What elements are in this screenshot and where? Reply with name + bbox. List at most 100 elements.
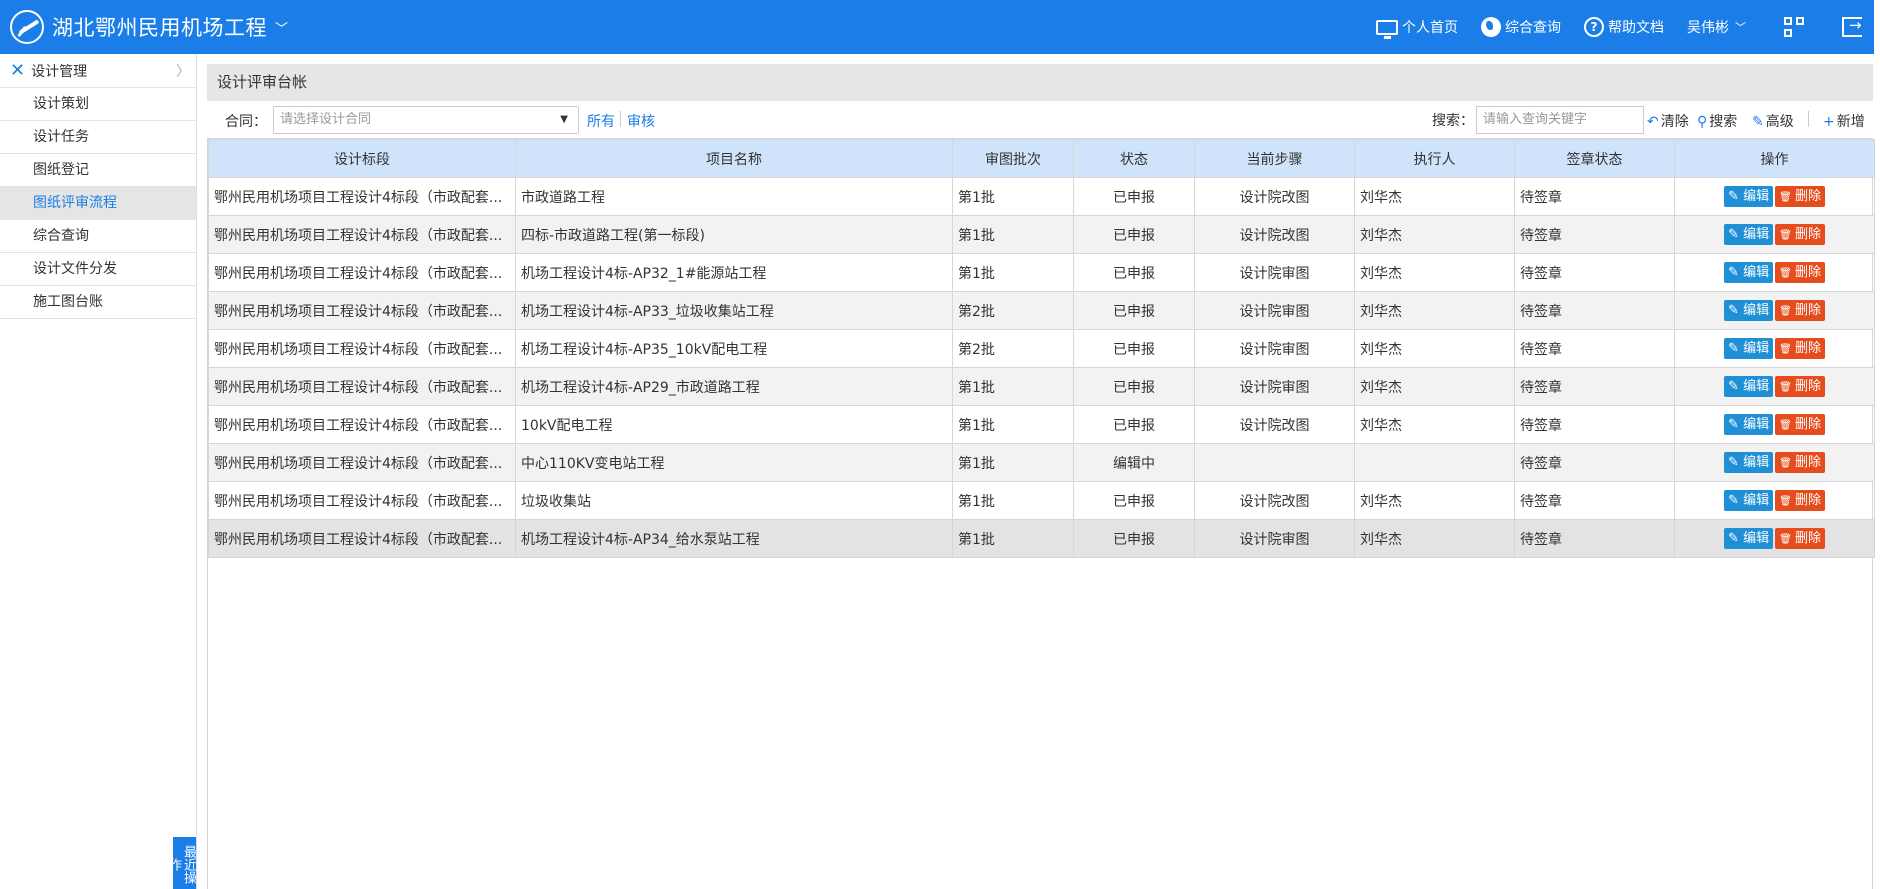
edit-icon: ✎ [1728,265,1744,280]
add-button[interactable]: + 新增 [1823,111,1865,131]
edit-label: 编辑 [1743,531,1770,546]
nav-personal-home[interactable]: 个人首页 [1376,17,1458,39]
table-row[interactable]: 鄂州民用机场项目工程设计4标段（市政配套... 市政道路工程 第1批 已申报 设计院改图… [208,177,1875,216]
sidebar-item-design-task[interactable]: 设计任务 [0,121,196,154]
clear-button[interactable]: ↶ 清除 [1647,111,1689,131]
app-brand[interactable]: 湖北鄂州民用机场工程 ﹀ [10,10,288,44]
delete-button[interactable]: 🗑 删除 [1775,300,1825,321]
delete-label: 删除 [1794,189,1821,204]
chevron-right-icon: 〉 [176,63,190,80]
table-row[interactable]: 鄂州民用机场项目工程设计4标段（市政配套... 中心110KV变电站工程 第1批 编辑… [208,443,1875,482]
actions-cell: ✎ 编辑 🗑 删除 [1674,405,1875,444]
actions-cell: ✎ 编辑 🗑 删除 [1674,329,1875,368]
sidebar-item-construction-ledger[interactable]: 施工图台账 [0,286,196,319]
table-cell: 设计院改图 [1194,177,1355,216]
table-cell: 刘华杰 [1354,329,1515,368]
nav-help-docs[interactable]: ? 帮助文档 [1584,17,1664,37]
edit-label: 编辑 [1743,189,1770,204]
edit-button[interactable]: ✎ 编辑 [1724,452,1774,473]
table-cell: 机场工程设计4标-AP29_市政道路工程 [515,367,953,406]
sidebar-section-design-management[interactable]: ✕ 设计管理 〉 [0,54,196,88]
advanced-search-button[interactable]: ✎ 高级 [1752,111,1794,131]
edit-button[interactable]: ✎ 编辑 [1724,262,1774,283]
table-cell: 第1批 [952,443,1074,482]
table-cell: 设计院审图 [1194,253,1355,292]
column-header[interactable]: 当前步骤 [1194,139,1355,178]
delete-button[interactable]: 🗑 删除 [1775,376,1825,397]
review-table: 设计标段 项目名称 审图批次 状态 当前步骤 执行人 签章状态 操作 鄂州民用机… [208,139,1875,558]
table-cell: 第2批 [952,329,1074,368]
actions-cell: ✎ 编辑 🗑 删除 [1674,291,1875,330]
filter-all-link[interactable]: 所有 [587,111,615,131]
edit-label: 编辑 [1743,379,1770,394]
edit-button[interactable]: ✎ 编辑 [1724,300,1774,321]
delete-button[interactable]: 🗑 删除 [1775,528,1825,549]
edit-button[interactable]: ✎ 编辑 [1724,528,1774,549]
trash-icon: 🗑 [1779,268,1795,279]
table-cell: 已申报 [1073,291,1195,330]
table-row[interactable]: 鄂州民用机场项目工程设计4标段（市政配套... 垃圾收集站 第1批 已申报 设计院改图刘… [208,481,1875,520]
table-row[interactable]: 鄂州民用机场项目工程设计4标段（市政配套... 四标-市政道路工程(第一标段) 第1… [208,215,1875,254]
column-header[interactable]: 执行人 [1354,139,1515,178]
sidebar-item-file-distribution[interactable]: 设计文件分发 [0,253,196,286]
sidebar-item-general-query[interactable]: 综合查询 [0,220,196,253]
table-cell: 待签章 [1514,481,1675,520]
column-header[interactable]: 设计标段 [208,139,516,178]
table-cell: 待签章 [1514,443,1675,482]
table-row[interactable]: 鄂州民用机场项目工程设计4标段（市政配套... 机场工程设计4标-AP34_给水泵… [208,519,1875,558]
table-cell: 第1批 [952,367,1074,406]
trash-icon: 🗑 [1779,496,1795,507]
table-cell: 设计院改图 [1194,481,1355,520]
delete-button[interactable]: 🗑 删除 [1775,186,1825,207]
column-header[interactable]: 状态 [1073,139,1195,178]
table-row[interactable]: 鄂州民用机场项目工程设计4标段（市政配套... 机场工程设计4标-AP32_1#能… [208,253,1875,292]
recent-operations-tab[interactable]: 最近操作 [166,837,196,889]
sidebar-item-drawing-review[interactable]: 图纸评审流程 [0,187,196,220]
table-row[interactable]: 鄂州民用机场项目工程设计4标段（市政配套... 机场工程设计4标-AP33_垃圾收… [208,291,1875,330]
contract-select[interactable]: 请选择设计合同 ▼ [273,106,579,134]
delete-button[interactable]: 🗑 删除 [1775,224,1825,245]
table-row[interactable]: 鄂州民用机场项目工程设计4标段（市政配套... 10kV配电工程 第1批 已申报 设计院… [208,405,1875,444]
table-row[interactable]: 鄂州民用机场项目工程设计4标段（市政配套... 机场工程设计4标-AP29_市政道… [208,367,1875,406]
table-cell [1354,443,1515,482]
user-name: 吴伟彬 [1687,20,1729,36]
table-cell: 第1批 [952,177,1074,216]
column-header[interactable]: 签章状态 [1514,139,1675,178]
table-cell: 市政道路工程 [515,177,953,216]
delete-button[interactable]: 🗑 删除 [1775,490,1825,511]
tools-icon: ✕ [10,60,26,81]
delete-button[interactable]: 🗑 删除 [1775,414,1825,435]
table-cell: 机场工程设计4标-AP35_10kV配电工程 [515,329,953,368]
table-cell: 设计院审图 [1194,291,1355,330]
trash-icon: 🗑 [1779,382,1795,393]
nav-general-query[interactable]: 综合查询 [1481,17,1561,37]
edit-button[interactable]: ✎ 编辑 [1724,490,1774,511]
sidebar-item-drawing-register[interactable]: 图纸登记 [0,154,196,187]
chevron-down-icon: ﹀ [275,21,289,37]
column-header[interactable]: 审图批次 [952,139,1074,178]
delete-label: 删除 [1794,265,1821,280]
table-cell: 待签章 [1514,215,1675,254]
edit-button[interactable]: ✎ 编辑 [1724,186,1774,207]
search-input[interactable]: 请输入查询关键字 [1476,106,1644,134]
search-button[interactable]: ⚲ 搜索 [1697,111,1737,131]
table-cell: 已申报 [1073,367,1195,406]
sidebar-item-design-planning[interactable]: 设计策划 [0,88,196,121]
delete-button[interactable]: 🗑 删除 [1775,262,1825,283]
logout-icon[interactable] [1842,16,1862,37]
trash-icon: 🗑 [1779,344,1795,355]
qrcode-icon[interactable] [1784,17,1804,37]
delete-button[interactable]: 🗑 删除 [1775,452,1825,473]
sidebar: ✕ 设计管理 〉 设计策划 设计任务 图纸登记 图纸评审流程 综合查询 设计文件… [0,54,197,889]
table-row[interactable]: 鄂州民用机场项目工程设计4标段（市政配套... 机场工程设计4标-AP35_10k… [208,329,1875,368]
pencil-icon: ✎ [1752,114,1764,130]
column-header[interactable]: 项目名称 [515,139,953,178]
user-menu[interactable]: 吴伟彬 ﹀ [1687,17,1746,37]
edit-button[interactable]: ✎ 编辑 [1724,224,1774,245]
delete-button[interactable]: 🗑 删除 [1775,338,1825,359]
edit-button[interactable]: ✎ 编辑 [1724,376,1774,397]
edit-button[interactable]: ✎ 编辑 [1724,414,1774,435]
delete-label: 删除 [1794,455,1821,470]
edit-button[interactable]: ✎ 编辑 [1724,338,1774,359]
filter-review-link[interactable]: 审核 [627,111,655,131]
